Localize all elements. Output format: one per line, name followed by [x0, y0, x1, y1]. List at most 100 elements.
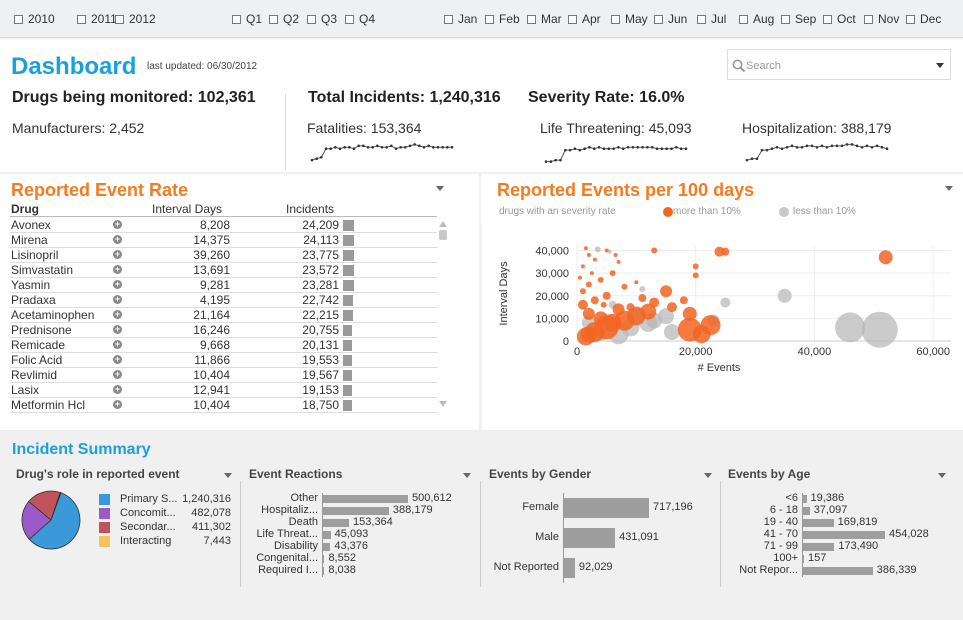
filter-month-may[interactable]: May: [611, 12, 648, 26]
checkbox-icon[interactable]: [269, 15, 278, 24]
drug-name[interactable]: Pradaxa: [11, 293, 56, 307]
filter-month-aug[interactable]: Aug: [739, 12, 774, 26]
checkbox-icon[interactable]: [864, 15, 873, 24]
scroll-up-icon[interactable]: [439, 221, 447, 227]
table-row[interactable]: Folic Acid +11,866 19,553: [0, 353, 437, 368]
checkbox-icon[interactable]: [781, 15, 790, 24]
checkbox-icon[interactable]: [739, 15, 748, 24]
filter-quarter-q4[interactable]: Q4: [345, 12, 375, 26]
table-row[interactable]: Revlimid +10,404 19,567: [0, 368, 437, 383]
age-bar[interactable]: [803, 495, 807, 503]
drug-name[interactable]: Avonex: [11, 218, 51, 232]
table-row[interactable]: Lasix +12,941 19,153: [0, 383, 437, 398]
scatter-menu-icon[interactable]: [945, 186, 953, 191]
gender-bar[interactable]: [564, 558, 575, 578]
reactions-bar[interactable]: [323, 543, 331, 551]
expand-icon[interactable]: +: [113, 280, 122, 289]
drug-name[interactable]: Metformin Hcl: [11, 398, 85, 412]
table-row[interactable]: Metformin Hcl +10,404 18,750: [0, 398, 437, 413]
col-header-incidents[interactable]: Incidents: [286, 202, 334, 216]
checkbox-icon[interactable]: [485, 15, 494, 24]
filter-quarter-q2[interactable]: Q2: [269, 12, 299, 26]
filter-month-jul[interactable]: Jul: [697, 12, 726, 26]
checkbox-icon[interactable]: [444, 15, 453, 24]
filter-month-oct[interactable]: Oct: [823, 12, 856, 26]
checkbox-icon[interactable]: [115, 15, 124, 24]
table-row[interactable]: Lisinopril +39,260 23,775: [0, 248, 437, 263]
expand-icon[interactable]: +: [113, 325, 122, 334]
filter-quarter-q1[interactable]: Q1: [232, 12, 262, 26]
filter-month-mar[interactable]: Mar: [527, 12, 562, 26]
reactions-bar[interactable]: [323, 555, 325, 563]
age-bar[interactable]: [803, 555, 804, 563]
drug-name[interactable]: Acetaminophen: [11, 308, 94, 322]
table-row[interactable]: Acetaminophen +21,164 22,215: [0, 308, 437, 323]
checkbox-icon[interactable]: [654, 15, 663, 24]
gender-bar[interactable]: [564, 498, 649, 518]
checkbox-icon[interactable]: [345, 15, 354, 24]
table-row[interactable]: Pradaxa +4,195 22,742: [0, 293, 437, 308]
reactions-bar[interactable]: [323, 531, 331, 539]
filter-year-2012[interactable]: 2012: [115, 12, 156, 26]
drug-name[interactable]: Remicade: [11, 338, 65, 352]
filter-year-2010[interactable]: 2010: [14, 12, 55, 26]
checkbox-icon[interactable]: [77, 15, 86, 24]
scroll-thumb[interactable]: [439, 230, 447, 240]
expand-icon[interactable]: +: [113, 310, 122, 319]
checkbox-icon[interactable]: [611, 15, 620, 24]
reactions-bar[interactable]: [323, 507, 389, 515]
table-row[interactable]: Avonex +8,208 24,209: [0, 218, 437, 233]
checkbox-icon[interactable]: [527, 15, 536, 24]
gender-menu-icon[interactable]: [704, 473, 712, 478]
checkbox-icon[interactable]: [14, 15, 23, 24]
age-bar[interactable]: [803, 507, 810, 515]
search-dropdown-icon[interactable]: [936, 63, 944, 68]
filter-year-2011[interactable]: 2011: [77, 12, 117, 26]
checkbox-icon[interactable]: [232, 15, 241, 24]
drug-name[interactable]: Folic Acid: [11, 353, 62, 367]
table-row[interactable]: Remicade +9,668 20,131: [0, 338, 437, 353]
expand-icon[interactable]: +: [113, 220, 122, 229]
filter-month-feb[interactable]: Feb: [485, 12, 520, 26]
expand-icon[interactable]: +: [113, 340, 122, 349]
search-input[interactable]: Search: [746, 60, 781, 72]
checkbox-icon[interactable]: [697, 15, 706, 24]
drug-name[interactable]: Yasmin: [11, 278, 50, 292]
filter-month-dec[interactable]: Dec: [906, 12, 941, 26]
expand-icon[interactable]: +: [113, 370, 122, 379]
expand-icon[interactable]: +: [113, 355, 122, 364]
age-bar[interactable]: [803, 543, 835, 551]
scroll-down-icon[interactable]: [439, 401, 447, 407]
drug-name[interactable]: Lasix: [11, 383, 39, 397]
age-bar[interactable]: [803, 531, 885, 539]
table-row[interactable]: Simvastatin +13,691 23,572: [0, 263, 437, 278]
table-row[interactable]: Yasmin +9,281 23,281: [0, 278, 437, 293]
gender-bar[interactable]: [564, 528, 616, 548]
age-bar[interactable]: [803, 519, 834, 527]
expand-icon[interactable]: +: [113, 400, 122, 409]
reactions-bar[interactable]: [323, 567, 325, 575]
expand-icon[interactable]: +: [113, 385, 122, 394]
drug-name[interactable]: Mirena: [11, 233, 48, 247]
checkbox-icon[interactable]: [823, 15, 832, 24]
drug-name[interactable]: Prednisone: [11, 323, 72, 337]
drug-name[interactable]: Lisinopril: [11, 248, 58, 262]
filter-month-jan[interactable]: Jan: [444, 12, 477, 26]
expand-icon[interactable]: +: [113, 250, 122, 259]
reactions-menu-icon[interactable]: [463, 473, 471, 478]
table-row[interactable]: Mirena +14,375 24,113: [0, 233, 437, 248]
filter-month-apr[interactable]: Apr: [568, 12, 601, 26]
search-box[interactable]: Search: [727, 49, 951, 80]
table-scrollbar[interactable]: [438, 218, 448, 408]
checkbox-icon[interactable]: [307, 15, 316, 24]
expand-icon[interactable]: +: [113, 235, 122, 244]
col-header-interval-days[interactable]: Interval Days: [152, 202, 222, 216]
event-rate-menu-icon[interactable]: [436, 186, 444, 191]
expand-icon[interactable]: +: [113, 265, 122, 274]
filter-month-sep[interactable]: Sep: [781, 12, 816, 26]
filter-quarter-q3[interactable]: Q3: [307, 12, 337, 26]
filter-month-jun[interactable]: Jun: [654, 12, 687, 26]
checkbox-icon[interactable]: [906, 15, 915, 24]
drug-name[interactable]: Revlimid: [11, 368, 57, 382]
age-bar[interactable]: [803, 567, 873, 575]
